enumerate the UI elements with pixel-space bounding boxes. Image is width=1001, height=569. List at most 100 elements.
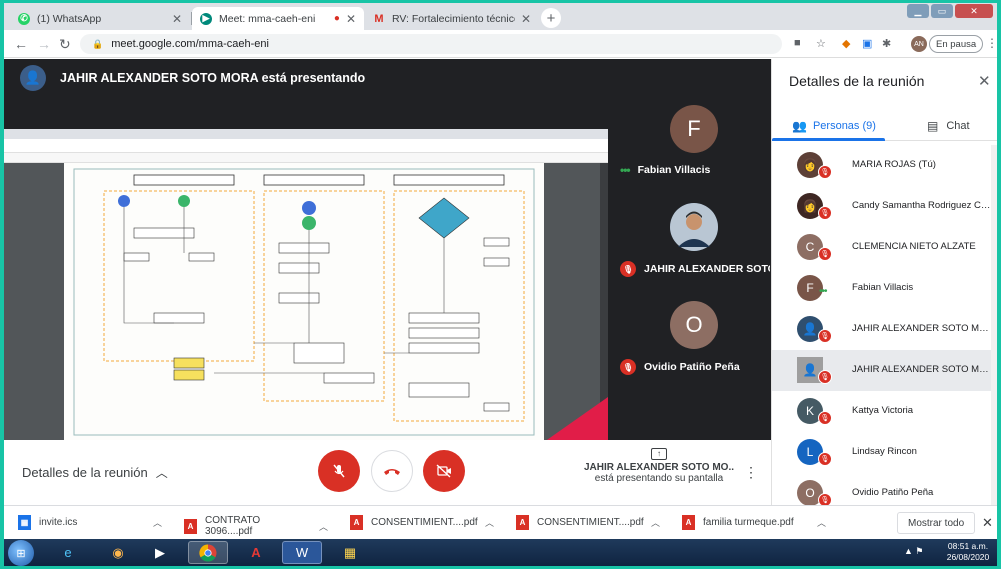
chevron-up-icon[interactable]: ︿ xyxy=(319,520,328,533)
chevron-up-icon[interactable]: ︿ xyxy=(651,516,660,529)
media-player-icon[interactable]: ▶ xyxy=(140,541,180,564)
acrobat-icon[interactable]: A xyxy=(236,541,276,564)
shared-pdf-viewer xyxy=(4,163,608,442)
word-icon[interactable]: W xyxy=(282,541,322,564)
clock-date: 26/08/2020 xyxy=(946,552,990,562)
meeting-details-toggle[interactable]: Detalles de la reunión ︿ xyxy=(22,464,168,481)
list-item[interactable]: C 🎙 CLEMENCIA NIETO ALZATE xyxy=(772,227,997,268)
close-tab-icon[interactable]: ✕ xyxy=(172,12,182,26)
media-center-icon[interactable]: ◉ xyxy=(98,541,138,564)
camera-permission-icon[interactable]: ■ xyxy=(794,37,801,49)
list-item[interactable]: 👩 🎙 Candy Samantha Rodriguez Ca... xyxy=(772,186,997,227)
extension-icon[interactable]: ▣ xyxy=(862,37,872,50)
participant-avatar: O xyxy=(670,301,718,349)
extensions-puzzle-icon[interactable]: ✱ xyxy=(882,37,891,50)
lock-icon: 🔒 xyxy=(92,38,104,49)
recording-indicator-icon: ● xyxy=(333,13,340,24)
list-item[interactable]: 👩 🎙 MARIA ROJAS (Tú) xyxy=(772,145,997,186)
url-field[interactable]: 🔒 meet.google.com/mma-caeh-eni xyxy=(80,34,782,54)
close-window-button[interactable]: ✕ xyxy=(955,4,993,18)
mic-off-icon xyxy=(333,464,345,478)
minimize-button[interactable]: ▁ xyxy=(907,4,929,18)
reload-icon[interactable]: ↻ xyxy=(59,36,71,53)
participant-label: 🎙 Ovidio Patiño Peña xyxy=(620,359,770,375)
person-photo-icon xyxy=(670,203,718,251)
participant-name: Ovidio Patiño Peña xyxy=(852,487,934,498)
download-filename: CONSENTIMIENT....pdf xyxy=(537,517,644,528)
mic-off-icon: 🎙 xyxy=(620,261,636,277)
close-icon[interactable]: ✕ xyxy=(982,515,993,531)
list-item[interactable]: L 🎙 Lindsay Rincon xyxy=(772,432,997,473)
participant-name: JAHIR ALEXANDER SOTO ... xyxy=(644,263,770,275)
tab-whatsapp[interactable]: ✆ (1) WhatsApp ✕ xyxy=(10,7,190,30)
participant-tile[interactable]: 🎙 JAHIR ALEXANDER SOTO ... xyxy=(612,195,771,291)
download-filename: CONTRATO 3096....pdf xyxy=(205,515,261,537)
address-bar: ← → ↻ 🔒 meet.google.com/mma-caeh-eni ■ ☆… xyxy=(4,30,997,58)
close-tab-icon[interactable]: ✕ xyxy=(521,12,531,26)
tab-people[interactable]: 👥 Personas (9) xyxy=(792,119,876,133)
panel-title: Detalles de la reunión xyxy=(789,73,925,89)
close-tab-icon[interactable]: ✕ xyxy=(346,12,356,26)
browser-menu-icon[interactable]: ⋮ xyxy=(986,36,997,50)
list-item[interactable]: F ••• Fabian Villacis xyxy=(772,268,997,309)
download-item[interactable]: A CONTRATO 3096....pdf ︿ xyxy=(184,515,328,537)
more-options-icon[interactable]: ⋮ xyxy=(744,464,758,481)
presentation-status[interactable]: ↑ JAHIR ALEXANDER SOTO MO... está presen… xyxy=(584,448,734,484)
chevron-up-icon[interactable]: ︿ xyxy=(485,516,494,529)
bookmark-star-icon[interactable]: ☆ xyxy=(816,37,826,50)
mic-off-icon: 🎙 xyxy=(818,370,832,384)
download-item[interactable]: A CONSENTIMIENT....pdf ︿ xyxy=(516,515,660,530)
leave-call-button[interactable] xyxy=(371,450,413,492)
mic-toggle-button[interactable] xyxy=(318,450,360,492)
taskbar-clock[interactable]: 08:51 a.m. 26/08/2020 xyxy=(942,541,994,563)
extension-icon[interactable]: ◆ xyxy=(842,37,850,50)
mic-off-icon: 🎙 xyxy=(620,359,636,375)
chevron-up-icon[interactable]: ︿ xyxy=(817,516,826,529)
participant-tile[interactable]: O 🎙 Ovidio Patiño Peña xyxy=(612,293,771,389)
list-item[interactable]: K 🎙 Kattya Victoria xyxy=(772,391,997,432)
participant-name: JAHIR ALEXANDER SOTO MO... xyxy=(852,323,994,334)
tab-chat[interactable]: ▤ Chat xyxy=(927,119,970,133)
maximize-button[interactable]: ▭ xyxy=(931,4,953,18)
mic-off-icon: 🎙 xyxy=(818,452,832,466)
show-all-downloads-button[interactable]: Mostrar todo xyxy=(897,512,976,534)
avatar-initial: L xyxy=(806,445,814,459)
forward-arrow-icon[interactable]: → xyxy=(37,36,51,52)
windows-taskbar: ⊞ e ◉ ▶ A W ▦ ▲ ⚑ 08:51 a.m. 26/08/2020 xyxy=(4,539,997,566)
pause-label: En pausa xyxy=(936,38,977,50)
sync-paused-button[interactable]: En pausa xyxy=(929,35,984,53)
mic-off-icon: 🎙 xyxy=(818,247,832,261)
chevron-up-icon[interactable]: ︿ xyxy=(153,516,162,529)
avatar-initial: O xyxy=(805,486,815,500)
chrome-icon[interactable] xyxy=(188,541,228,564)
file-explorer-icon[interactable]: ▦ xyxy=(330,541,370,564)
tab-gmail[interactable]: M RV: Fortalecimiento técnico a pr... ✕ xyxy=(365,7,539,30)
meet-icon: ▶ xyxy=(200,12,212,25)
camera-toggle-button[interactable] xyxy=(423,450,465,492)
close-icon[interactable]: ✕ xyxy=(978,72,991,90)
participant-name: Kattya Victoria xyxy=(852,405,914,416)
system-tray[interactable]: ▲ ⚑ xyxy=(904,546,923,557)
back-arrow-icon[interactable]: ← xyxy=(14,36,28,52)
download-item[interactable]: A familia turmeque.pdf ︿ xyxy=(682,515,826,530)
participant-tile[interactable]: F ••• Fabian Villacis xyxy=(612,97,771,193)
list-item[interactable]: 👤 🎙 JAHIR ALEXANDER SOTO MO... xyxy=(772,350,997,391)
profile-avatar[interactable]: AN xyxy=(911,36,927,52)
ie-icon[interactable]: e xyxy=(48,541,88,564)
list-item[interactable]: 👤 🎙 JAHIR ALEXANDER SOTO MO... xyxy=(772,309,997,350)
participant-name: Ovidio Patiño Peña xyxy=(644,361,740,373)
download-item[interactable]: ▦ invite.ics ︿ xyxy=(18,515,162,530)
new-tab-button[interactable]: + xyxy=(541,8,561,28)
presenting-text: está presentando su pantalla xyxy=(594,473,724,484)
download-item[interactable]: A CONSENTIMIENT....pdf ︿ xyxy=(350,515,494,530)
details-label: Detalles de la reunión xyxy=(22,465,148,480)
show-all-label: Mostrar todo xyxy=(908,517,965,529)
participant-label: 🎙 JAHIR ALEXANDER SOTO ... xyxy=(620,261,770,277)
camera-off-icon xyxy=(436,464,451,478)
tab-strip: ✆ (1) WhatsApp ✕ ▶ Meet: mma-caeh-eni ● … xyxy=(4,3,997,30)
tab-meet[interactable]: ▶ Meet: mma-caeh-eni ● ✕ xyxy=(192,7,364,30)
panel-scrollbar[interactable] xyxy=(991,145,997,505)
mic-off-icon: 🎙 xyxy=(818,165,832,179)
pdf-file-icon: A xyxy=(184,518,197,534)
start-button[interactable]: ⊞ xyxy=(8,540,34,566)
